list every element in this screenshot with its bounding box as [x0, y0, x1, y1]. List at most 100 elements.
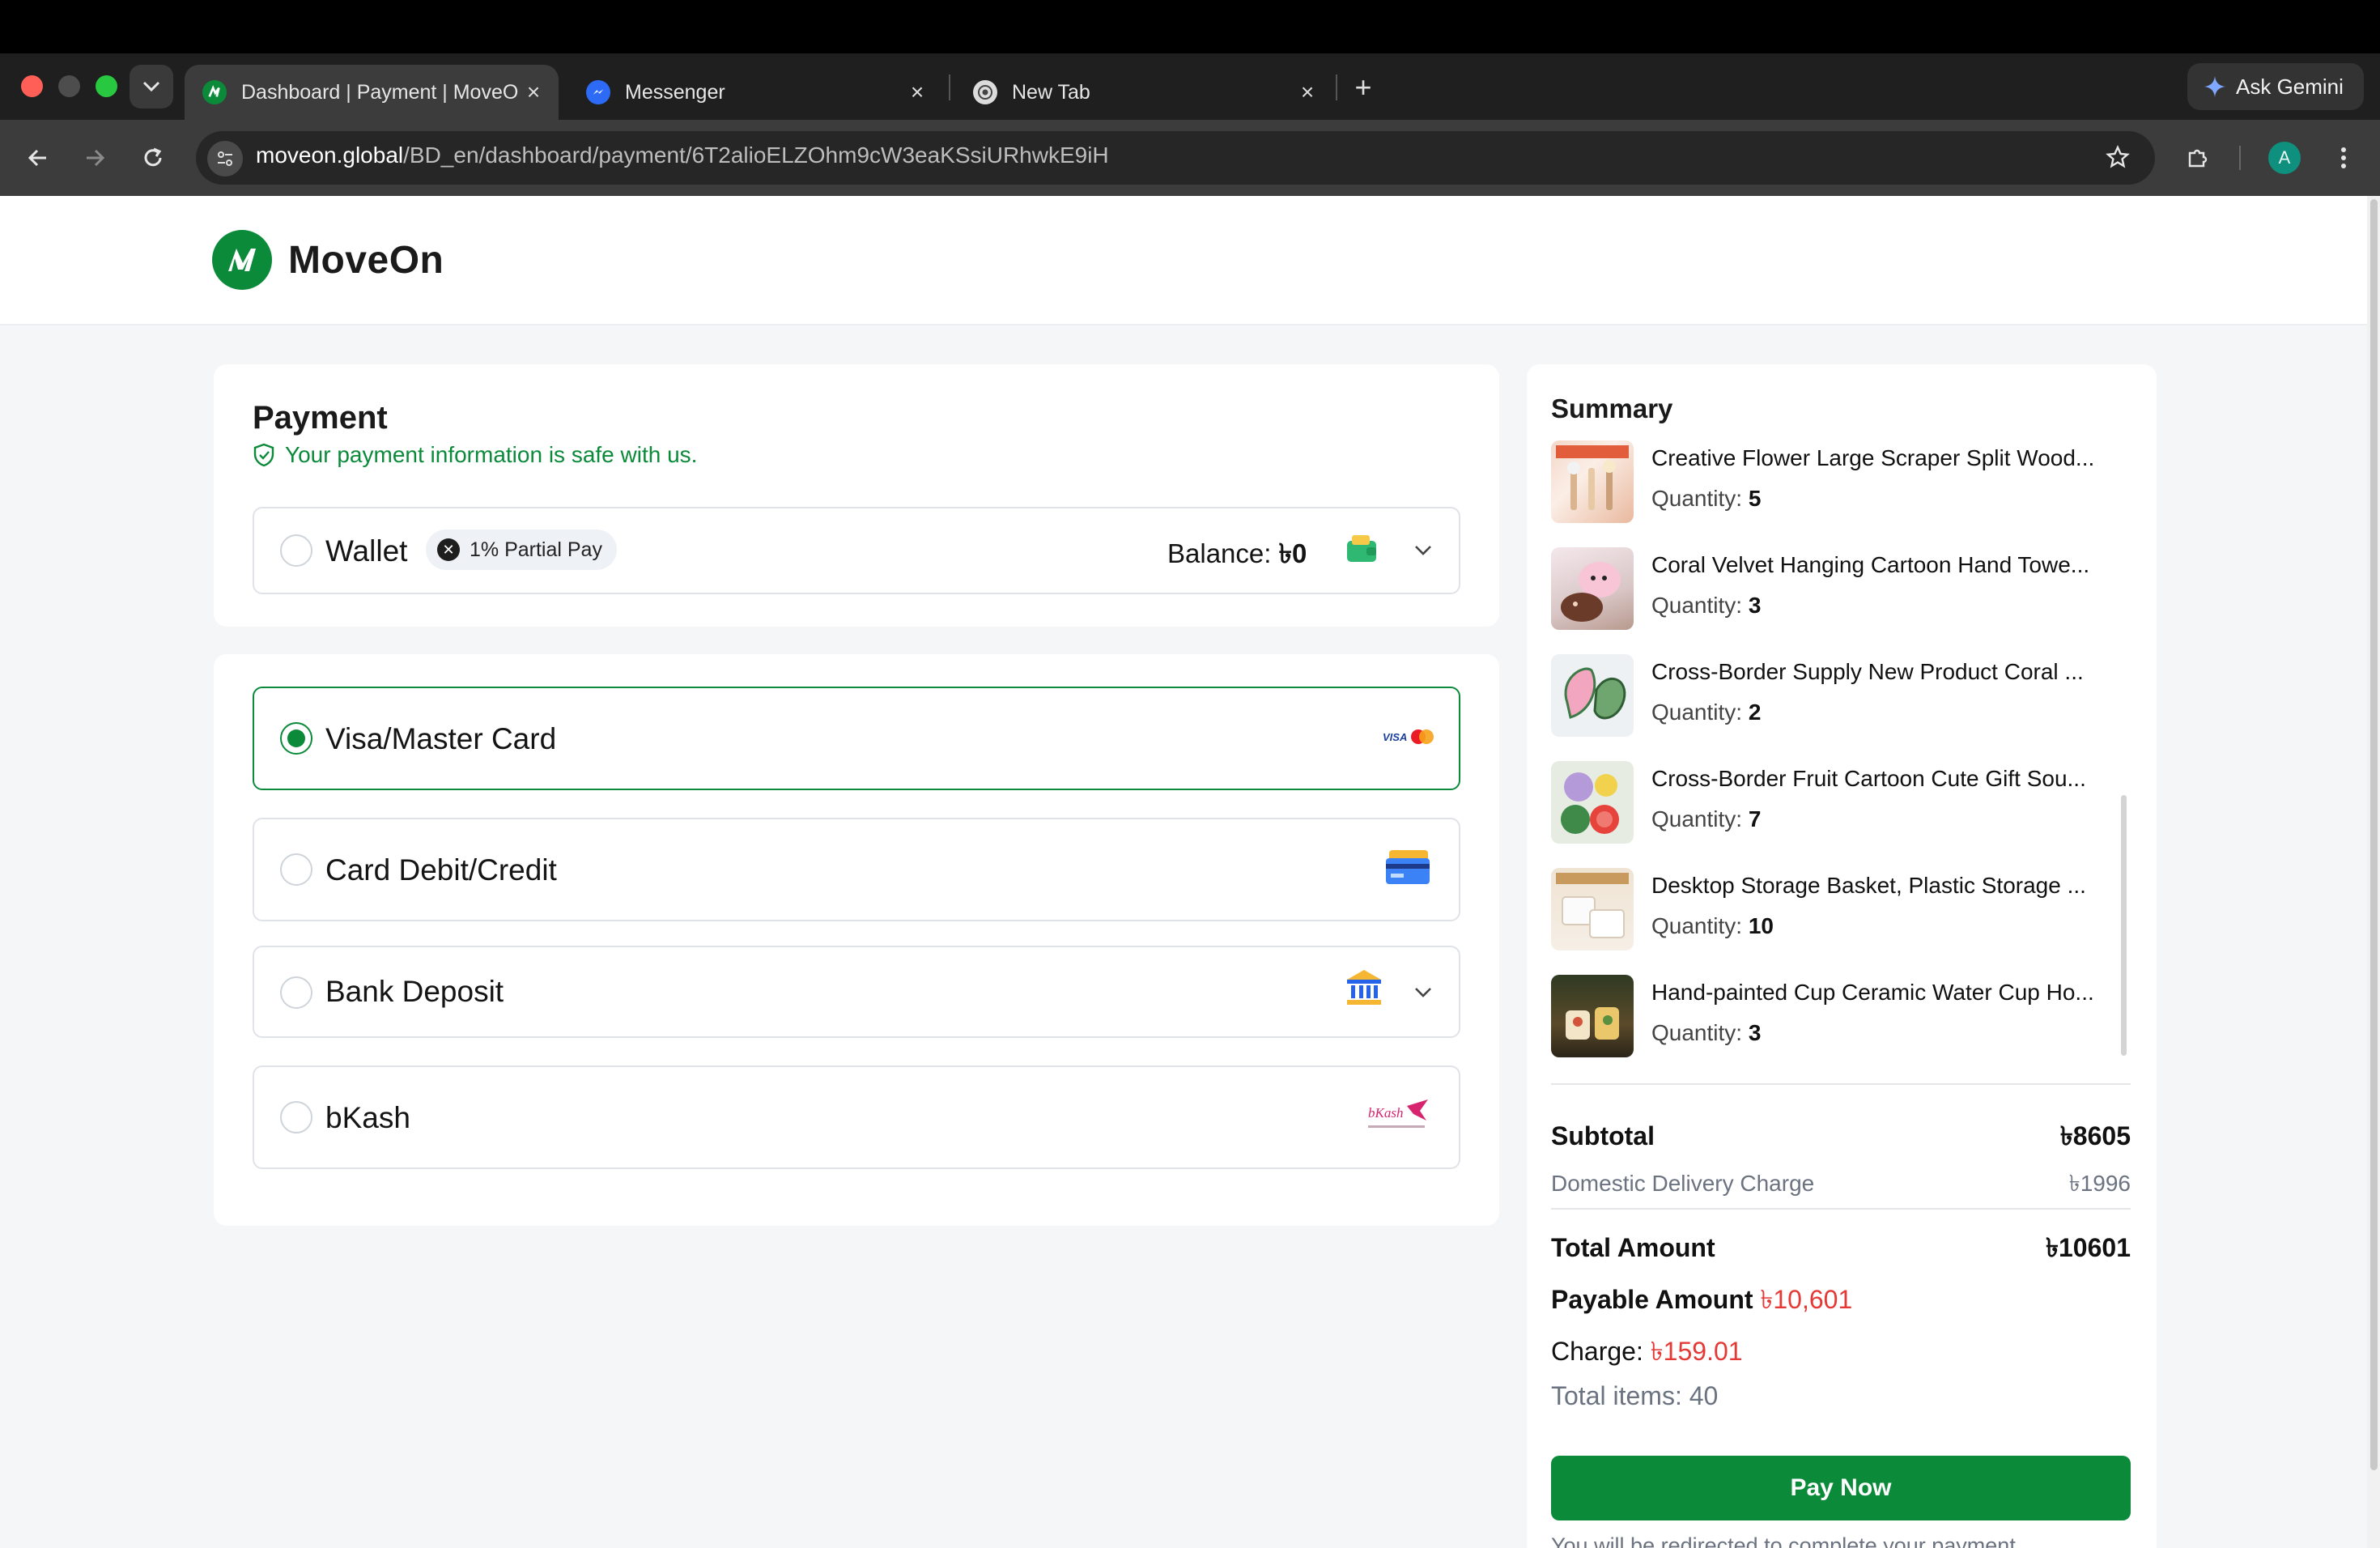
charge-label: Charge: [1551, 1337, 1643, 1366]
close-window-button[interactable] [21, 75, 43, 97]
close-tab-icon[interactable]: × [1294, 79, 1321, 106]
tab-dashboard-payment[interactable]: Dashboard | Payment | MoveOn × [185, 65, 559, 120]
partial-pay-badge: ✕ 1% Partial Pay [426, 529, 617, 570]
product-thumbnail [1551, 547, 1634, 630]
total-items: Total items: 40 [1551, 1381, 1719, 1410]
pay-now-button[interactable]: Pay Now [1551, 1456, 2131, 1520]
visa-mastercard-icon: VISA [1383, 729, 1434, 744]
quantity-label: Quantity: [1651, 700, 1743, 725]
credit-card-icon [1386, 850, 1430, 884]
item-name: Hand-painted Cup Ceramic Water Cup Ho... [1651, 980, 2094, 1005]
url-text[interactable]: moveon.global/BD_en/dashboard/payment/6T… [256, 142, 1109, 168]
bank-deposit-option[interactable]: Bank Deposit [253, 946, 1460, 1038]
maximize-window-button[interactable] [96, 75, 117, 97]
payable-amount-value: ৳10,601 [1760, 1285, 1853, 1314]
delivery-charge-row: Domestic Delivery Charge ৳1996 [1551, 1166, 2131, 1204]
close-tab-icon[interactable]: × [520, 79, 547, 106]
star-icon [2106, 145, 2130, 168]
quantity-value: 7 [1748, 806, 1762, 831]
tab-title: Messenger [625, 80, 725, 104]
minimize-window-button[interactable] [58, 75, 80, 97]
item-name: Desktop Storage Basket, Plastic Storage … [1651, 873, 2086, 898]
quantity-value: 5 [1748, 486, 1762, 511]
summary-item[interactable]: Cross-Border Fruit Cartoon Cute Gift Sou… [1551, 761, 2134, 845]
moveon-logo-icon[interactable] [212, 230, 272, 290]
reload-icon [144, 147, 162, 167]
method-label: Bank Deposit [325, 975, 504, 1008]
quantity-value: 2 [1748, 700, 1762, 725]
url-host: moveon.global [256, 142, 404, 168]
svg-text:VISA: VISA [1383, 731, 1407, 743]
item-name: Cross-Border Supply New Product Coral ..… [1651, 659, 2084, 684]
total-amount-label: Total Amount [1551, 1233, 1715, 1262]
item-quantity: Quantity: 10 [1651, 913, 1774, 939]
wallet-option[interactable]: Wallet ✕ 1% Partial Pay Balance: ৳0 [253, 507, 1460, 594]
tab-separator [1336, 74, 1337, 100]
subtotal-row: Subtotal ৳8605 [1551, 1116, 2131, 1159]
page-scrollbar-thumb[interactable] [2370, 199, 2378, 1470]
summary-item[interactable]: Desktop Storage Basket, Plastic Storage … [1551, 868, 2134, 952]
close-tab-icon[interactable]: × [903, 79, 931, 106]
summary-item[interactable]: Cross-Border Supply New Product Coral ..… [1551, 654, 2134, 738]
site-info-button[interactable] [207, 141, 243, 176]
bookmark-star-button[interactable] [2098, 138, 2137, 176]
forward-button[interactable] [74, 138, 115, 178]
quantity-label: Quantity: [1651, 913, 1743, 938]
charge-line: Charge: ৳159.01 [1551, 1331, 1743, 1375]
wallet-balance: Balance: ৳0 [1167, 533, 1307, 578]
bkash-logo: bKash [1368, 1099, 1428, 1128]
url-path: /BD_en/dashboard/payment/6T2alioELZOhm9c… [403, 142, 1109, 168]
subtotal-value: ৳8605 [2059, 1121, 2131, 1150]
new-tab-button[interactable]: + [1345, 70, 1381, 105]
tab-title: New Tab [1012, 80, 1090, 104]
profile-avatar[interactable]: A [2268, 142, 2301, 174]
method-label: bKash [325, 1101, 410, 1134]
summary-item[interactable]: Coral Velvet Hanging Cartoon Hand Towe..… [1551, 547, 2134, 632]
visa-mastercard-option[interactable]: Visa/Master Card VISA [253, 687, 1460, 790]
summary-item[interactable]: Creative Flower Large Scraper Split Wood… [1551, 440, 2134, 525]
percent-badge-icon: ✕ [437, 538, 460, 561]
extensions-button[interactable] [2178, 138, 2218, 178]
quantity-label: Quantity: [1651, 593, 1743, 618]
delivery-charge-value: ৳1996 [2068, 1171, 2131, 1196]
browser-menu-button[interactable] [2323, 138, 2364, 178]
ask-gemini-button[interactable]: Ask Gemini [2187, 63, 2364, 110]
subtotal-label: Subtotal [1551, 1121, 1655, 1150]
bkash-option[interactable]: bKash bKash [253, 1065, 1460, 1169]
back-button[interactable] [18, 138, 58, 178]
chevron-down-icon [142, 81, 160, 92]
card-debit-credit-option[interactable]: Card Debit/Credit [253, 818, 1460, 921]
quantity-value: 3 [1748, 593, 1762, 618]
bank-deposit-radio[interactable] [280, 976, 312, 1009]
partial-pay-label: 1% Partial Pay [470, 538, 602, 561]
reload-button[interactable] [133, 138, 173, 178]
puzzle-icon [2188, 149, 2208, 168]
arrow-left-icon [28, 149, 46, 167]
tab-messenger[interactable]: Messenger × [568, 65, 942, 120]
bkash-radio[interactable] [280, 1101, 312, 1133]
item-quantity: Quantity: 3 [1651, 1020, 1761, 1046]
product-thumbnail [1551, 975, 1634, 1057]
tab-new-tab[interactable]: New Tab × [955, 65, 1332, 120]
screen-top-bar [0, 0, 2380, 53]
wallet-expand-button[interactable] [1407, 534, 1439, 567]
tab-search-button[interactable] [130, 65, 173, 108]
items-list-scrollbar[interactable] [2121, 795, 2127, 1056]
wallet-radio[interactable] [280, 534, 312, 567]
product-thumbnail [1551, 761, 1634, 844]
brand-name[interactable]: MoveOn [288, 238, 444, 283]
visa-mastercard-radio[interactable] [280, 722, 312, 755]
delivery-charge-label: Domestic Delivery Charge [1551, 1171, 1815, 1196]
method-label: Card Debit/Credit [325, 853, 557, 887]
messenger-favicon-icon [586, 80, 610, 104]
tab-title: Dashboard | Payment | MoveOn [241, 80, 520, 104]
item-quantity: Quantity: 2 [1651, 700, 1761, 725]
product-thumbnail [1551, 868, 1634, 950]
quantity-label: Quantity: [1651, 486, 1743, 511]
card-debit-credit-radio[interactable] [280, 853, 312, 886]
bank-deposit-expand-button[interactable] [1407, 976, 1439, 1009]
summary-item[interactable]: Hand-painted Cup Ceramic Water Cup Ho...… [1551, 975, 2134, 1059]
item-quantity: Quantity: 5 [1651, 486, 1761, 512]
item-name: Cross-Border Fruit Cartoon Cute Gift Sou… [1651, 766, 2086, 791]
gemini-sparkle-icon [2204, 76, 2225, 97]
